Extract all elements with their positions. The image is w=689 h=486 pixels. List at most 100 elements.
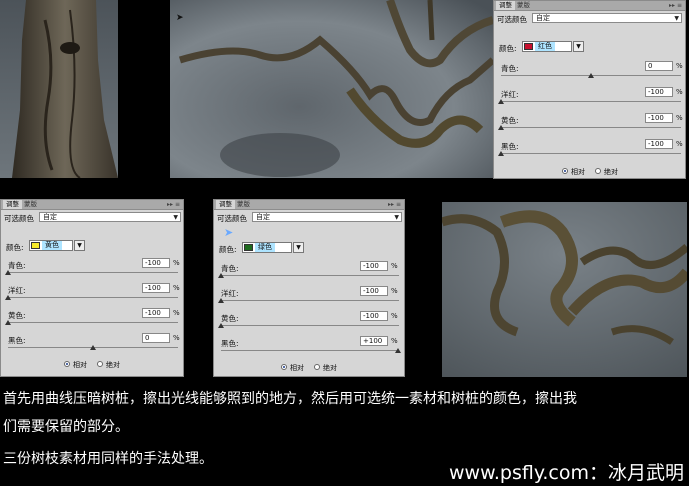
preset-value: 自定: [43, 213, 57, 221]
slider-track-yellow: [221, 325, 399, 326]
unit-yellow: %: [391, 312, 398, 320]
slider-thumb-cyan[interactable]: [588, 73, 594, 78]
panel-menu-icon[interactable]: ▸▸ ≡: [167, 200, 180, 209]
tab-adjust[interactable]: 调整: [216, 200, 235, 209]
color-name: 绿色: [255, 243, 275, 252]
color-label: 颜色:: [6, 243, 24, 252]
unit-magenta: %: [391, 287, 398, 295]
radio-absolute-label: 绝对: [323, 364, 337, 372]
caption-line-2: 们需要保留的部分。: [3, 419, 129, 435]
slider-thumb-black[interactable]: [498, 151, 504, 156]
panel-menu-icon[interactable]: ▸▸ ≡: [669, 1, 682, 10]
slider-track-magenta: [221, 300, 399, 301]
cursor-icon: ➤: [176, 13, 184, 23]
value-input-magenta[interactable]: -100: [645, 87, 673, 97]
slider-thumb-magenta[interactable]: [498, 99, 504, 104]
value-input-cyan[interactable]: -100: [142, 258, 170, 268]
value-input-magenta[interactable]: -100: [360, 286, 388, 296]
color-selector[interactable]: 黄色: [29, 240, 73, 251]
radio-relative-label: 相对: [571, 168, 585, 176]
selective-color-panel-red: 调整 蒙版 ▸▸ ≡ 可选颜色 自定 ▼ 颜色: 红色 ▼ 青色: 0 % 洋红…: [493, 0, 686, 179]
value-input-black[interactable]: +100: [360, 336, 388, 346]
chevron-down-icon: ▼: [394, 214, 399, 221]
radio-absolute[interactable]: [97, 361, 103, 367]
unit-black: %: [676, 140, 683, 148]
preset-dropdown[interactable]: 自定 ▼: [252, 212, 402, 222]
selective-color-panel-yellow: 调整 蒙版 ▸▸ ≡ 可选颜色 自定 ▼ 颜色: 黄色 ▼ 青色: -100 %…: [0, 199, 184, 377]
caption-line-3: 三份树枝素材用同样的手法处理。: [3, 451, 213, 467]
radio-relative-label: 相对: [73, 361, 87, 369]
slider-thumb-yellow[interactable]: [218, 323, 224, 328]
slider-thumb-yellow[interactable]: [5, 320, 11, 325]
radio-absolute[interactable]: [314, 364, 320, 370]
color-swatch: [524, 43, 533, 50]
slider-label-black: 黑色:: [8, 336, 26, 345]
slider-track-yellow: [501, 127, 681, 128]
panel-menu-icon[interactable]: ▸▸ ≡: [388, 200, 401, 209]
color-swatch: [244, 244, 253, 251]
panel-tabs: 调整 蒙版 ▸▸ ≡: [214, 200, 404, 210]
preset-value: 自定: [536, 14, 550, 22]
thorny-branch-image: [442, 202, 687, 377]
caption-line-1: 首先用曲线压暗树桩，擦出光线能够照到的地方，然后用可选统一素材和树桩的颜色，擦出…: [3, 391, 577, 407]
slider-thumb-yellow[interactable]: [498, 125, 504, 130]
slider-thumb-magenta[interactable]: [5, 295, 11, 300]
color-swatch: [31, 242, 40, 249]
tab-adjust[interactable]: 调整: [3, 200, 22, 209]
cursor-icon: ➤: [224, 226, 234, 239]
slider-label-cyan: 青色:: [501, 64, 519, 73]
unit-cyan: %: [676, 62, 683, 70]
site-watermark: www.psfly.com：冰月武明: [449, 462, 684, 484]
preset-dropdown[interactable]: 自定 ▼: [39, 212, 181, 222]
selective-color-panel-green: 调整 蒙版 ▸▸ ≡ 可选颜色 自定 ▼ ➤ 颜色: 绿色 ▼ 青色: -100…: [213, 199, 405, 377]
value-input-yellow[interactable]: -100: [645, 113, 673, 123]
tab-adjust[interactable]: 调整: [496, 1, 515, 10]
slider-thumb-cyan[interactable]: [5, 270, 11, 275]
radio-relative[interactable]: [64, 361, 70, 367]
chevron-down-icon: ▼: [173, 214, 178, 221]
value-input-magenta[interactable]: -100: [142, 283, 170, 293]
unit-magenta: %: [676, 88, 683, 96]
tab-mask[interactable]: 蒙版: [234, 200, 253, 209]
tab-mask[interactable]: 蒙版: [21, 200, 40, 209]
radio-absolute[interactable]: [595, 168, 601, 174]
radio-relative[interactable]: [562, 168, 568, 174]
preset-value: 自定: [256, 213, 270, 221]
value-input-black[interactable]: 0: [142, 333, 170, 343]
slider-track-yellow: [8, 322, 178, 323]
value-input-yellow[interactable]: -100: [142, 308, 170, 318]
slider-thumb-cyan[interactable]: [218, 273, 224, 278]
unit-cyan: %: [173, 259, 180, 267]
slider-track-black: [501, 153, 681, 154]
color-dropdown-button[interactable]: ▼: [573, 41, 584, 52]
slider-track-cyan: [8, 272, 178, 273]
slider-label-black: 黑色:: [221, 339, 239, 348]
slider-thumb-black[interactable]: [90, 345, 96, 350]
preset-dropdown[interactable]: 自定 ▼: [532, 13, 682, 23]
color-label: 颜色:: [499, 44, 517, 53]
branch-sky-image: ➤: [170, 0, 493, 178]
value-input-yellow[interactable]: -100: [360, 311, 388, 321]
color-selector[interactable]: 绿色: [242, 242, 292, 253]
slider-track-magenta: [501, 101, 681, 102]
preset-label: 可选颜色: [497, 15, 527, 24]
unit-yellow: %: [676, 114, 683, 122]
value-input-cyan[interactable]: 0: [645, 61, 673, 71]
slider-thumb-black[interactable]: [395, 348, 401, 353]
radio-relative[interactable]: [281, 364, 287, 370]
value-input-cyan[interactable]: -100: [360, 261, 388, 271]
unit-magenta: %: [173, 284, 180, 292]
color-name: 红色: [535, 42, 555, 51]
slider-track-black: [221, 350, 399, 351]
tab-mask[interactable]: 蒙版: [514, 1, 533, 10]
slider-track-cyan: [221, 275, 399, 276]
preset-label: 可选颜色: [217, 214, 247, 223]
color-label: 颜色:: [219, 245, 237, 254]
preset-label: 可选颜色: [4, 214, 34, 223]
color-selector[interactable]: 红色: [522, 41, 572, 52]
radio-relative-label: 相对: [290, 364, 304, 372]
slider-thumb-magenta[interactable]: [218, 298, 224, 303]
color-dropdown-button[interactable]: ▼: [293, 242, 304, 253]
value-input-black[interactable]: -100: [645, 139, 673, 149]
color-dropdown-button[interactable]: ▼: [74, 240, 85, 251]
